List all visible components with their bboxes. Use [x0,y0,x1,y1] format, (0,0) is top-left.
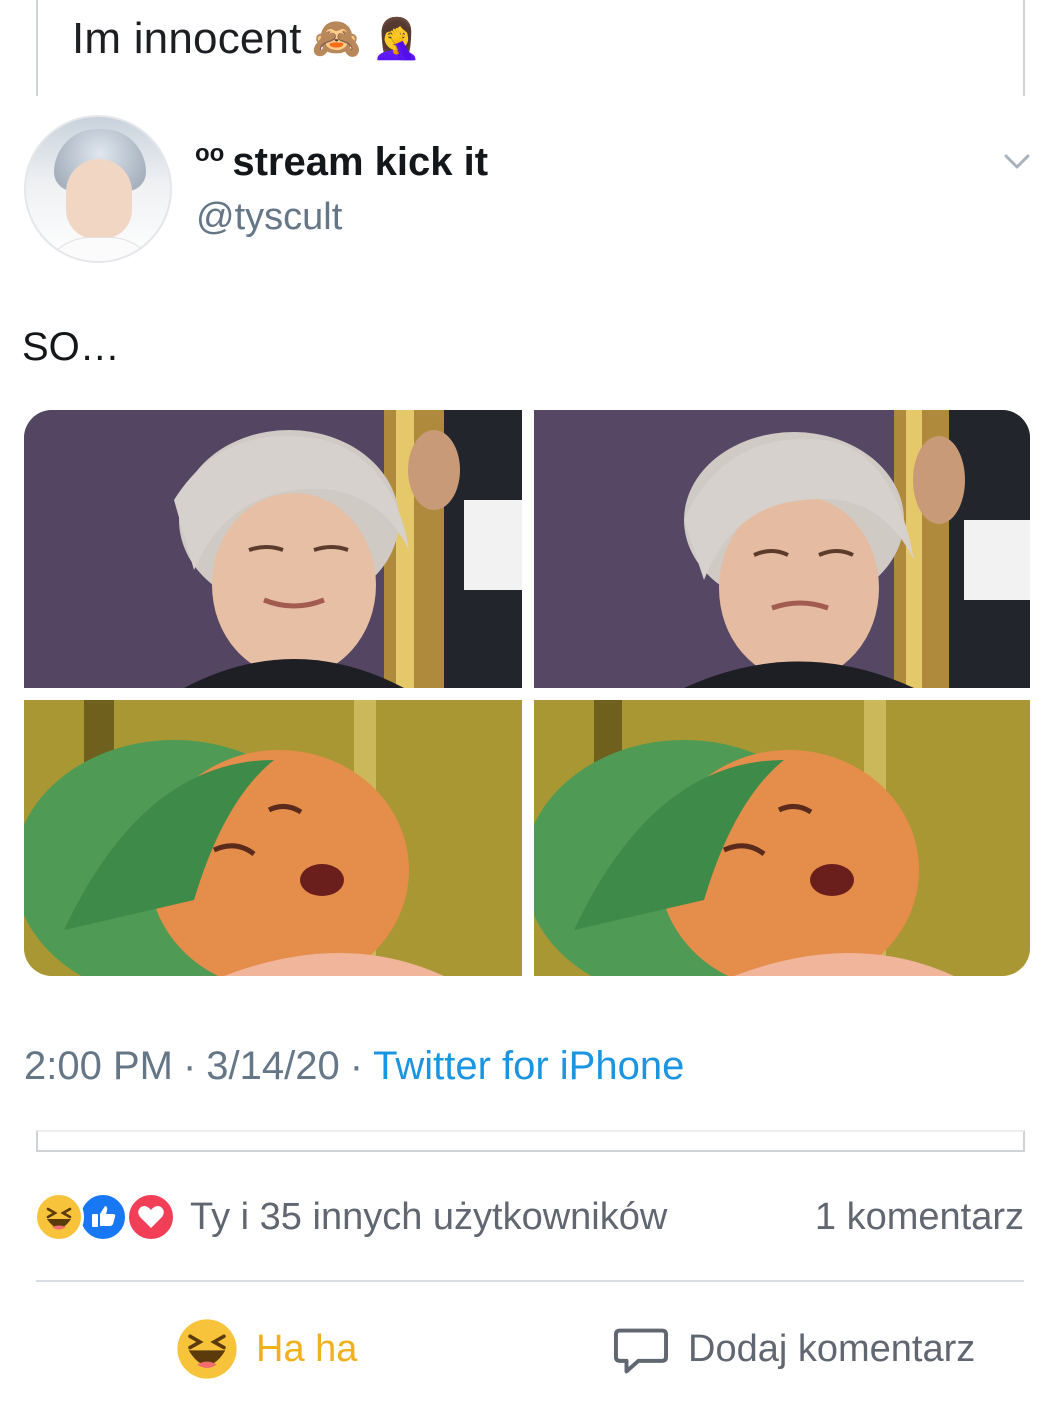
haha-button[interactable]: Ha ha [176,1316,357,1382]
actions-divider [36,1280,1024,1282]
meta-separator: · [182,1044,197,1088]
see-no-evil-monkey-icon: 🙈 [311,16,362,62]
tweet-media-grid[interactable] [24,410,1030,976]
meta-separator: · [349,1044,364,1088]
reactions-summary[interactable]: Ty i 35 innych użytkowników [34,1192,667,1242]
tweet-meta: 2:00 PM · 3/14/20 · Twitter for iPhone [24,1044,684,1089]
tweet-text: SO… [22,325,120,369]
media-photo-3[interactable] [24,700,522,976]
avatar[interactable] [24,115,172,263]
media-photo-1[interactable] [24,410,522,688]
like-reaction-icon [78,1192,128,1242]
facebook-post: Im innocent 🙈 🤦‍♀️ oo stream kick it @tys… [0,0,1060,1403]
tweet-handle[interactable]: @tyscult [196,196,342,239]
facepalm-icon: 🤦‍♀️ [371,16,422,62]
add-comment-label: Dodaj komentarz [688,1327,976,1370]
haha-button-label: Ha ha [256,1327,358,1370]
avatar-face [66,159,132,239]
add-comment-button[interactable]: Dodaj komentarz [612,1316,975,1382]
tweet-source-link[interactable]: Twitter for iPhone [373,1044,684,1089]
reaction-count-text[interactable]: Ty i 35 innych użytkowników [190,1196,667,1239]
embed-bottom-border [36,1130,1025,1152]
chevron-down-icon[interactable] [1002,146,1032,176]
post-caption: Im innocent 🙈 🤦‍♀️ [72,14,422,64]
haha-reaction-icon [34,1192,84,1242]
haha-icon [177,1319,237,1379]
reaction-icons [34,1192,180,1242]
love-reaction-icon [126,1192,176,1242]
media-photo-4[interactable] [534,700,1030,976]
post-caption-box: Im innocent 🙈 🤦‍♀️ [36,0,1025,96]
tweet-display-name[interactable]: oo stream kick it [195,140,488,185]
name-prefix: oo [195,140,225,167]
tweet-time: 2:00 PM [24,1044,173,1088]
comment-count[interactable]: 1 komentarz [815,1196,1024,1239]
avatar-shirt [40,237,160,261]
media-photo-2[interactable] [534,410,1030,688]
caption-text: Im innocent [72,14,302,63]
comment-icon [613,1328,669,1374]
tweet-date: 3/14/20 [206,1044,340,1088]
display-name-text: stream kick it [232,140,489,184]
